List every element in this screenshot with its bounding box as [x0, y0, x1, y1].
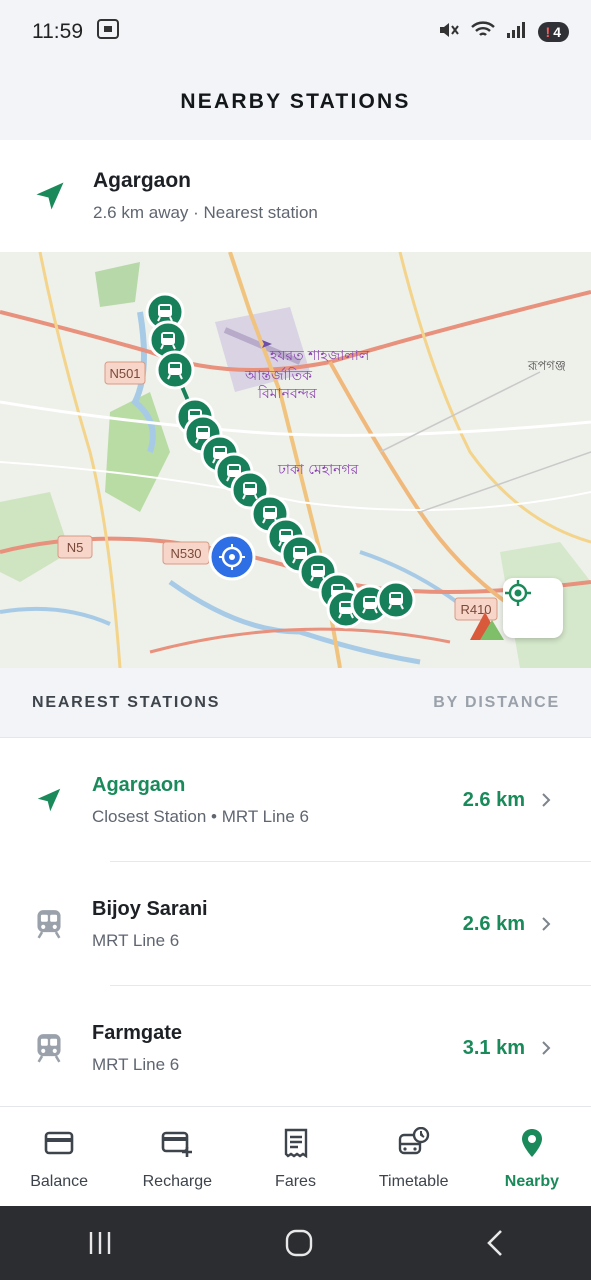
map-label-airport-2: আন্তর্জাতিক [244, 367, 312, 384]
crosshair-icon [505, 580, 531, 606]
map-label-n530: N530 [162, 541, 210, 565]
station-distance: 3.1 km [462, 1036, 525, 1059]
map-label-airport-3: বিমানবন্দর [257, 385, 317, 402]
list-header: NEAREST STATIONS BY DISTANCE [0, 668, 591, 738]
summary-subtitle: 2.6 km away · Nearest station [93, 203, 318, 222]
train-icon [32, 1031, 66, 1065]
chevron-right-icon [542, 793, 551, 807]
card-plus-icon [161, 1131, 193, 1157]
svg-text:N501: N501 [109, 366, 140, 381]
signal-icon [506, 21, 528, 44]
bottom-nav: Balance Recharge Fares Timetable Nearby [0, 1106, 591, 1206]
navigation-arrow-icon [36, 182, 64, 210]
nav-item-timetable[interactable]: Timetable [355, 1107, 473, 1206]
station-row-farmgate[interactable]: Farmgate MRT Line 6 3.1 km [0, 986, 591, 1110]
chevron-right-icon [542, 917, 551, 931]
nav-label: Fares [275, 1173, 316, 1190]
map-label-r410: R410 [454, 597, 498, 621]
station-list: Agargaon Closest Station • MRT Line 6 2.… [0, 738, 591, 1110]
station-row-bijoy-sarani[interactable]: Bijoy Sarani MRT Line 6 2.6 km [0, 862, 591, 986]
wifi-icon [470, 20, 496, 45]
page-title: NEARBY STATIONS [180, 90, 411, 113]
station-distance: 2.6 km [462, 912, 525, 935]
station-marker[interactable] [376, 580, 416, 620]
svg-text:R410: R410 [460, 602, 491, 617]
back-icon[interactable] [483, 1228, 507, 1258]
station-marker[interactable] [155, 350, 195, 390]
nav-item-recharge[interactable]: Recharge [118, 1107, 236, 1206]
nav-label: Recharge [142, 1173, 212, 1190]
sort-toggle[interactable]: BY DISTANCE [433, 694, 560, 712]
location-pin-icon [521, 1129, 542, 1157]
nav-label: Balance [30, 1173, 89, 1190]
chevron-right-icon [542, 1041, 551, 1055]
app-header: NEARBY STATIONS [0, 64, 591, 140]
station-distance: 2.6 km [462, 788, 525, 811]
card-icon [44, 1131, 74, 1155]
receipt-icon [284, 1128, 307, 1159]
station-meta: MRT Line 6 [92, 1054, 180, 1074]
svg-text:N530: N530 [170, 546, 201, 561]
mute-icon [438, 20, 460, 45]
station-row-agargaon[interactable]: Agargaon Closest Station • MRT Line 6 2.… [0, 738, 591, 862]
map-label-airport-1: হযরত শাহজালাল [269, 348, 370, 364]
list-title: NEAREST STATIONS [32, 693, 221, 711]
station-name: Agargaon [92, 773, 186, 796]
nearest-station-summary[interactable]: Agargaon 2.6 km away · Nearest station [0, 140, 591, 252]
summary-station-name: Agargaon [93, 169, 192, 192]
map-label-n5: N5 [57, 535, 93, 559]
nav-item-balance[interactable]: Balance [0, 1107, 118, 1206]
station-map[interactable]: N501 N5 N530 R410 হযরত শাহজালাল আন্তর্জা… [0, 252, 591, 668]
map-label-city: ঢাকা মেহানগর [277, 462, 359, 478]
status-time: 11:59 [32, 20, 83, 43]
bus-clock-icon [398, 1127, 429, 1155]
user-location-marker [208, 533, 256, 581]
map-label-rupganj: রূপগঞ্জ [527, 359, 566, 374]
recent-apps-icon[interactable] [85, 1230, 115, 1256]
nav-item-nearby[interactable]: Nearby [473, 1107, 591, 1206]
train-icon [32, 907, 66, 941]
status-bar: 11:59 ! 4 [0, 0, 591, 64]
station-name: Bijoy Sarani [92, 897, 208, 920]
station-meta: MRT Line 6 [92, 930, 180, 950]
nav-label: Nearby [504, 1173, 560, 1190]
home-icon[interactable] [284, 1228, 314, 1258]
svg-text:N5: N5 [67, 540, 84, 555]
navigation-arrow-icon [32, 783, 66, 817]
system-nav-bar [0, 1206, 591, 1280]
map-label-n501: N501 [104, 361, 146, 385]
notification-badge: ! 4 [537, 22, 569, 42]
screenshot-icon [97, 19, 119, 45]
station-meta: Closest Station • MRT Line 6 [92, 806, 309, 826]
nav-label: Timetable [378, 1173, 449, 1190]
locate-me-button[interactable] [503, 578, 563, 638]
station-name: Farmgate [92, 1021, 183, 1044]
nav-item-fares[interactable]: Fares [236, 1107, 354, 1206]
